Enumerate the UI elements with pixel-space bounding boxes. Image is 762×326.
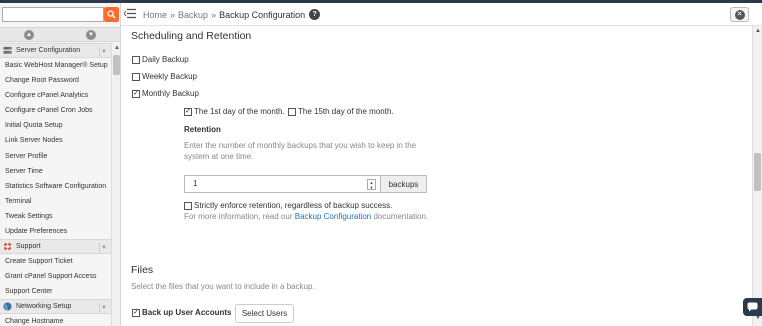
weekly-backup-label: Weekly Backup: [142, 72, 197, 81]
menu-toggle-icon[interactable]: [124, 8, 136, 19]
retention-title: Retention: [184, 125, 221, 134]
sidebar-item[interactable]: Basic WebHost Manager® Setup: [0, 58, 111, 73]
day1-option[interactable]: ✓ The 1st day of the month.: [184, 107, 285, 116]
scrollbar-thumb[interactable]: [113, 55, 120, 75]
spinner-icon[interactable]: ▲ ▼: [367, 179, 376, 190]
server-config-icon: [2, 46, 12, 56]
sidebar-item[interactable]: Configure cPanel Cron Jobs: [0, 103, 111, 118]
sidebar-item[interactable]: Update Preferences: [0, 224, 111, 239]
select-users-button[interactable]: Select Users: [235, 304, 294, 323]
search-button[interactable]: [104, 7, 119, 22]
sidebar-item[interactable]: Terminal: [0, 194, 111, 209]
sidebar-nav: Server Configuration ▼ Basic WebHost Manag…: [0, 43, 111, 326]
search-input[interactable]: [2, 7, 104, 22]
sidebar-group-label: Server Configuration: [16, 47, 81, 54]
backup-users-option[interactable]: ✓ Back up User Accounts: [132, 308, 232, 317]
day1-checkbox[interactable]: ✓: [184, 107, 192, 116]
breadcrumb-backup[interactable]: Backup: [178, 10, 208, 20]
monthly-backup-label: Monthly Backup: [142, 89, 199, 98]
sidebar-item[interactable]: Tweak Settings: [0, 209, 111, 224]
sidebar-item[interactable]: Server Time: [0, 164, 111, 179]
globe-icon: [2, 302, 12, 312]
close-button[interactable]: ✕: [730, 7, 749, 22]
retention-input[interactable]: 1 ▲ ▼: [184, 175, 381, 193]
backup-users-label: Back up User Accounts: [142, 308, 232, 317]
scrollbar-up-arrow-icon[interactable]: ▲: [114, 45, 120, 51]
sidebar-group-0[interactable]: Server Configuration ▼: [0, 43, 111, 58]
daily-backup-option[interactable]: Daily Backup: [132, 55, 189, 64]
help-icon[interactable]: ?: [309, 9, 321, 20]
more-info-text: For more information, read our Backup Co…: [184, 211, 444, 222]
sidebar: ▲ ▼ Server Configuration ▼ Basic WebHost M…: [0, 3, 121, 326]
backup-users-checkbox[interactable]: ✓: [132, 308, 140, 317]
sidebar-item[interactable]: Statistics Software Configuration: [0, 179, 111, 194]
monthly-backup-option[interactable]: ✓ Monthly Backup: [132, 89, 199, 98]
files-help: Select the files that you want to includ…: [131, 282, 315, 291]
search-icon: [107, 10, 116, 19]
breadcrumb-current: Backup Configuration: [219, 9, 306, 20]
chevron-down-icon[interactable]: ▼: [99, 303, 108, 313]
weekly-backup-option[interactable]: Weekly Backup: [132, 72, 197, 81]
page-header: Home » Backup » Backup Configuration ? ✕: [121, 3, 762, 26]
sidebar-item[interactable]: Change Hostname: [0, 314, 111, 326]
sidebar-scrollbar[interactable]: ▲: [111, 43, 120, 326]
chat-icon: [747, 302, 758, 312]
strict-retention-checkbox[interactable]: [184, 201, 192, 210]
scheduling-title: Scheduling and Retention: [131, 30, 252, 42]
chevron-down-icon[interactable]: ▼: [99, 47, 108, 56]
sidebar-item[interactable]: Create Support Ticket: [0, 254, 111, 269]
breadcrumb-separator: »: [170, 9, 176, 20]
breadcrumb-home[interactable]: Home: [143, 10, 167, 20]
more-info-prefix: For more information, read our: [184, 212, 293, 221]
page-scrollbar-thumb[interactable]: [754, 153, 761, 191]
breadcrumb: Home » Backup » Backup Configuration ?: [143, 9, 323, 20]
sidebar-item[interactable]: Server Profile: [0, 149, 111, 164]
retention-help: Enter the number of monthly backups that…: [184, 141, 417, 161]
retention-unit: backups: [381, 175, 427, 193]
sidebar-item[interactable]: Support Center: [0, 284, 111, 299]
scroll-down-icon[interactable]: ▼: [86, 30, 96, 40]
close-icon: ✕: [734, 9, 745, 20]
day15-label: The 15th day of the month.: [298, 107, 394, 116]
sidebar-group-label: Support: [16, 243, 41, 251]
page-scroll-up-icon[interactable]: ▲: [755, 28, 761, 34]
daily-backup-label: Daily Backup: [142, 55, 189, 64]
sidebar-group-1[interactable]: Support ▼: [0, 239, 111, 255]
sidebar-item[interactable]: Change Root Password: [0, 73, 111, 88]
sidebar-item[interactable]: Initial Quota Setup: [0, 118, 111, 133]
scroll-up-icon[interactable]: ▲: [24, 30, 34, 40]
sidebar-item[interactable]: Configure cPanel Analytics: [0, 88, 111, 103]
sidebar-search: [2, 7, 119, 22]
sidebar-group-label: Networking Setup: [16, 303, 72, 311]
day1-label: The 1st day of the month.: [194, 107, 285, 116]
day15-option[interactable]: The 15th day of the month.: [288, 107, 394, 116]
backup-configuration-link[interactable]: Backup Configuration: [295, 212, 372, 221]
chat-button[interactable]: [743, 298, 762, 316]
strict-retention-option[interactable]: Strictly enforce retention, regardless o…: [184, 201, 392, 210]
sidebar-item[interactable]: Grant cPanel Support Access: [0, 269, 111, 284]
page-scrollbar[interactable]: ▲ ▼: [752, 26, 762, 326]
daily-backup-checkbox[interactable]: [132, 55, 140, 64]
sidebar-item[interactable]: Link Server Nodes: [0, 133, 111, 148]
sidebar-group-2[interactable]: Networking Setup ▼: [0, 299, 111, 315]
lifebuoy-icon: [2, 242, 12, 252]
weekly-backup-checkbox[interactable]: [132, 72, 140, 81]
main-content: Scheduling and Retention Daily Backup We…: [121, 26, 752, 326]
sidebar-scroll-controls: ▲ ▼: [0, 27, 120, 42]
breadcrumb-separator: »: [211, 9, 217, 20]
monthly-backup-checkbox[interactable]: ✓: [132, 89, 140, 98]
chevron-down-icon[interactable]: ▼: [99, 243, 108, 253]
strict-retention-label: Strictly enforce retention, regardless o…: [194, 201, 393, 210]
more-info-suffix: documentation.: [373, 212, 429, 221]
retention-value: 1: [193, 179, 198, 188]
day15-checkbox[interactable]: [288, 107, 296, 116]
files-title: Files: [131, 264, 154, 276]
